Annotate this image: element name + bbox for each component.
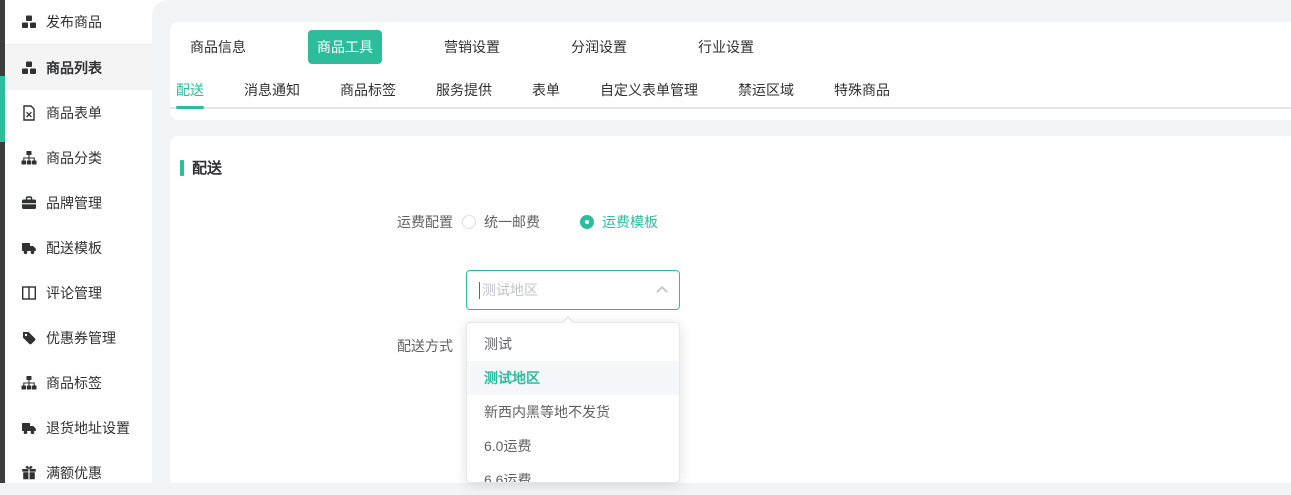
dropdown-list: 测试 测试地区 新西内黑等地不发货 6.0运费 6.6运费 — [467, 323, 679, 483]
gift-icon — [20, 465, 37, 481]
dropdown-option-no-shipping-areas[interactable]: 新西内黑等地不发货 — [467, 395, 679, 429]
section-accent-bar — [180, 160, 184, 176]
truck-icon — [20, 240, 37, 256]
sidebar-item-product-form[interactable]: 商品表单 — [5, 90, 152, 135]
sidebar-item-label: 品牌管理 — [46, 193, 102, 213]
radio-unified-postage[interactable]: 统一邮费 — [462, 212, 540, 232]
page-title: 配送 — [192, 157, 222, 178]
sidebar-item-label: 商品标签 — [46, 373, 102, 393]
template-select[interactable] — [466, 270, 680, 310]
sidebar-item-product-list[interactable]: 商品列表 — [5, 45, 152, 90]
chevron-up-icon[interactable] — [655, 283, 669, 297]
dropdown-option-test-area[interactable]: 测试地区 — [467, 361, 679, 395]
sidebar-item-label: 配送模板 — [46, 238, 102, 258]
freight-config-radio-group: 统一邮费 运费模板 — [462, 208, 698, 236]
sidebar-item-delivery-template[interactable]: 配送模板 — [5, 225, 152, 270]
sidebar-item-brand-management[interactable]: 品牌管理 — [5, 180, 152, 225]
subtab-message-notify[interactable]: 消息通知 — [244, 72, 300, 107]
sidebar-item-coupon-management[interactable]: 优惠券管理 — [5, 315, 152, 360]
scrollbar-thumb[interactable] — [0, 76, 5, 142]
cubes-icon — [20, 60, 37, 76]
subtab-product-tags[interactable]: 商品标签 — [340, 72, 396, 107]
truck-icon — [20, 420, 37, 436]
freight-config-label: 运费配置 — [395, 215, 453, 229]
tab-profit-settings[interactable]: 分润设置 — [571, 30, 698, 64]
sidebar-item-label: 优惠券管理 — [46, 328, 116, 348]
dropdown-option-freight-6-0[interactable]: 6.0运费 — [467, 429, 679, 463]
radio-freight-template[interactable]: 运费模板 — [580, 212, 658, 232]
radio-circle-checked-icon — [580, 215, 594, 229]
sidebar-item-product-category[interactable]: 商品分类 — [5, 135, 152, 180]
cubes-icon — [20, 14, 37, 30]
tab-industry-settings[interactable]: 行业设置 — [698, 30, 825, 64]
sitemap-icon — [20, 150, 37, 166]
tab-product-tools[interactable]: 商品工具 — [317, 30, 444, 64]
background-corner — [152, 0, 168, 16]
sidebar: 发布商品 商品列表 商品表单 商品分类 品牌管理 配送模板 评论管理 — [5, 0, 152, 483]
subtab-delivery[interactable]: 配送 — [176, 72, 204, 107]
left-edge-strip — [0, 0, 5, 483]
subtab-custom-form-management[interactable]: 自定义表单管理 — [600, 72, 698, 107]
sidebar-item-publish-product[interactable]: 发布商品 — [5, 0, 152, 45]
template-select-input[interactable] — [480, 281, 655, 299]
sidebar-item-product-tags[interactable]: 商品标签 — [5, 360, 152, 405]
columns-icon — [20, 285, 37, 301]
content-panel: 配送 运费配置 统一邮费 运费模板 配送方式 测试 测试地区 新西内黑等地不发货… — [170, 136, 1291, 483]
dropdown-option-test[interactable]: 测试 — [467, 327, 679, 361]
tabs-panel: 商品信息 商品工具 营销设置 分润设置 行业设置 配送 消息通知 商品标签 服务… — [170, 22, 1291, 120]
subtab-service-provide[interactable]: 服务提供 — [436, 72, 492, 107]
top-tab-bar: 商品信息 商品工具 营销设置 分润设置 行业设置 — [170, 22, 1291, 72]
subtab-embargo-area[interactable]: 禁运区域 — [738, 72, 794, 107]
subtab-special-product[interactable]: 特殊商品 — [834, 72, 890, 107]
sidebar-item-label: 评论管理 — [46, 283, 102, 303]
tab-product-info[interactable]: 商品信息 — [190, 30, 317, 64]
sidebar-item-return-address[interactable]: 退货地址设置 — [5, 405, 152, 450]
sidebar-item-label: 商品分类 — [46, 148, 102, 168]
template-dropdown: 测试 测试地区 新西内黑等地不发货 6.0运费 6.6运费 — [466, 322, 680, 483]
sidebar-item-label: 发布商品 — [46, 12, 102, 32]
sidebar-item-label: 商品列表 — [46, 58, 102, 78]
briefcase-icon — [20, 195, 37, 211]
delivery-method-label: 配送方式 — [395, 339, 453, 353]
tag-icon — [20, 330, 37, 346]
dropdown-arrow-notch — [562, 316, 574, 322]
text-caret — [479, 282, 480, 299]
subtab-form[interactable]: 表单 — [532, 72, 560, 107]
sitemap-icon — [20, 375, 37, 391]
sidebar-item-label: 退货地址设置 — [46, 418, 130, 438]
sidebar-item-full-discount[interactable]: 满额优惠 — [5, 450, 152, 495]
section-header: 配送 — [180, 157, 222, 178]
sidebar-item-label: 商品表单 — [46, 103, 102, 123]
tab-marketing-settings[interactable]: 营销设置 — [444, 30, 571, 64]
sub-tab-bar: 配送 消息通知 商品标签 服务提供 表单 自定义表单管理 禁运区域 特殊商品 — [170, 72, 1291, 109]
sidebar-item-review-management[interactable]: 评论管理 — [5, 270, 152, 315]
dropdown-option-freight-6-6[interactable]: 6.6运费 — [467, 463, 679, 483]
radio-circle-icon — [462, 215, 476, 229]
file-excel-icon — [20, 105, 37, 121]
sidebar-item-label: 满额优惠 — [46, 463, 102, 483]
